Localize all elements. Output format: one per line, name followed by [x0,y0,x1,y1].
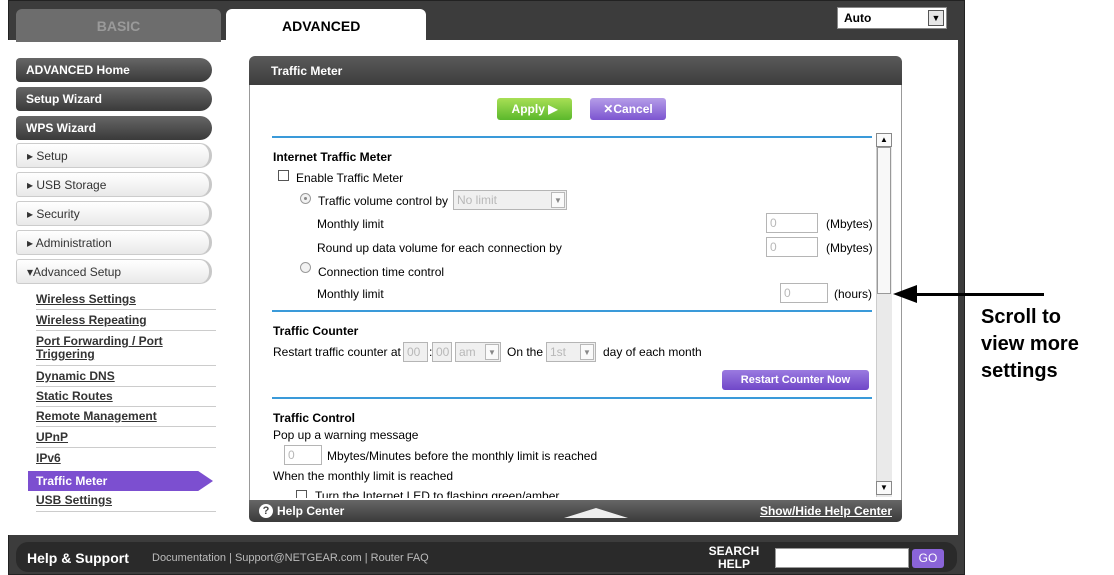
section-divider [272,397,872,399]
section-divider [272,136,872,138]
section-divider [272,310,872,312]
volume-control-radio[interactable] [300,193,311,204]
sidebar-link-usb-settings[interactable]: USB Settings [36,493,112,507]
sidebar-link-wireless-repeating[interactable]: Wireless Repeating [36,313,147,327]
apply-button[interactable]: Apply ▶ [497,98,572,120]
scrollbar-thumb[interactable] [877,147,891,294]
sidebar-link-upnp[interactable]: UPnP [36,430,68,444]
control-heading: Traffic Control [273,411,356,425]
restart-minute-input[interactable]: 00 [432,342,452,362]
language-value: Auto [844,11,872,25]
sidebar-link-remote-management[interactable]: Remote Management [36,409,157,423]
popup-warning-label: Pop up a warning message [273,428,419,442]
chevron-down-icon: ▼ [580,344,594,360]
arrow-left-icon [893,285,917,303]
sidebar-link-dynamic-dns[interactable]: Dynamic DNS [36,369,115,383]
help-center-label[interactable]: Help Center [277,504,344,518]
sidebar-link-port-forwarding[interactable]: Port Forwarding / Port Triggering [36,335,206,361]
sidebar-advanced-home[interactable]: ADVANCED Home [16,58,212,82]
monthly-limit-hours-label: Monthly limit [317,287,384,301]
panel-title: Traffic Meter [249,56,902,85]
divider [36,406,216,407]
search-input[interactable] [775,548,909,568]
when-limit-label: When the monthly limit is reached [273,469,454,483]
screenshot-root: BASIC ADVANCED Auto ▼ ADVANCED Home Setu… [0,0,1114,575]
sidebar-advanced-setup[interactable]: ▾Advanced Setup [16,259,212,284]
divider [36,426,216,427]
sidebar-administration[interactable]: ▸ Administration [16,230,212,255]
connection-time-label: Connection time control [318,265,445,279]
chevron-up-icon[interactable] [564,508,628,518]
sidebar-link-traffic-meter[interactable]: Traffic Meter [28,471,213,491]
divider [36,309,216,310]
monthly-limit-label: Monthly limit [317,217,384,231]
restart-counter-button[interactable]: Restart Counter Now [722,370,869,390]
volume-control-value: No limit [457,193,498,207]
callout-line-2: view more [981,333,1079,355]
sidebar-link-ipv6[interactable]: IPv6 [36,451,61,465]
chevron-down-icon: ▼ [551,192,565,208]
day-select[interactable]: 1st ▼ [546,342,596,362]
round-up-label: Round up data volume for each connection… [317,241,562,255]
divider [36,447,216,448]
monthly-hours-unit: (hours) [834,287,873,301]
restart-hour-input[interactable]: 00 [403,342,428,362]
language-select[interactable]: Auto ▼ [837,7,947,29]
monthly-limit-unit: (Mbytes) [826,217,873,231]
search-go-button[interactable]: GO [912,549,944,568]
itm-heading: Internet Traffic Meter [273,150,392,164]
callout-line [915,293,1044,296]
sidebar-link-static-routes[interactable]: Static Routes [36,389,113,403]
sidebar-usb-storage[interactable]: ▸ USB Storage [16,172,212,197]
callout-line-3: settings [981,360,1058,382]
sidebar-security[interactable]: ▸ Security [16,201,212,226]
volume-control-label: Traffic volume control by [318,194,449,208]
warning-value-input[interactable]: 0 [284,445,322,465]
tab-basic[interactable]: BASIC [16,9,221,42]
sidebar-setup-wizard[interactable]: Setup Wizard [16,87,212,111]
cancel-button[interactable]: ✕Cancel [590,98,666,120]
enable-traffic-meter-checkbox[interactable] [278,170,289,181]
chevron-down-icon[interactable]: ▼ [928,10,944,26]
monthly-limit-input[interactable]: 0 [766,213,818,233]
divider [36,511,216,512]
ampm-value: am [459,345,476,359]
monthly-hours-input[interactable]: 0 [780,283,828,303]
callout-line-1: Scroll to [981,306,1062,328]
show-hide-help-link[interactable]: Show/Hide Help Center [760,504,892,518]
scroll-up-icon[interactable]: ▲ [876,133,892,147]
sidebar-setup[interactable]: ▸ Setup [16,143,212,168]
round-up-unit: (Mbytes) [826,241,873,255]
sidebar-wps-wizard[interactable]: WPS Wizard [16,116,212,140]
divider [36,386,216,387]
connection-time-radio[interactable] [300,262,311,273]
ampm-select[interactable]: am ▼ [455,342,501,362]
divider [36,365,216,366]
tab-advanced[interactable]: ADVANCED [226,9,426,42]
day-suffix-label: day of each month [603,345,702,359]
restart-at-label: Restart traffic counter at [273,345,401,359]
footer-links[interactable]: Documentation | Support@NETGEAR.com | Ro… [152,552,429,564]
help-center-bar: ? Help Center Show/Hide Help Center [249,500,902,522]
chevron-down-icon: ▼ [485,344,499,360]
warning-suffix-label: Mbytes/Minutes before the monthly limit … [327,449,598,463]
on-the-label: On the [507,345,544,359]
volume-control-select[interactable]: No limit ▼ [453,190,567,210]
led-flash-checkbox[interactable] [296,490,307,498]
divider [36,330,216,331]
search-help-label: SEARCH HELP [708,544,760,571]
sidebar-link-wireless-settings[interactable]: Wireless Settings [36,292,136,306]
led-flash-label: Turn the Internet LED to flashing green/… [315,489,560,498]
led-option-clip: Turn the Internet LED to flashing green/… [270,485,875,498]
callout-text: Scroll to view more settings [981,304,1079,385]
counter-heading: Traffic Counter [273,324,359,338]
help-icon: ? [259,504,273,518]
scroll-down-icon[interactable]: ▼ [876,481,892,495]
round-up-input[interactable]: 0 [766,237,818,257]
enable-traffic-meter-label: Enable Traffic Meter [296,171,404,185]
day-value: 1st [550,345,567,359]
help-support-label: Help & Support [27,550,129,566]
